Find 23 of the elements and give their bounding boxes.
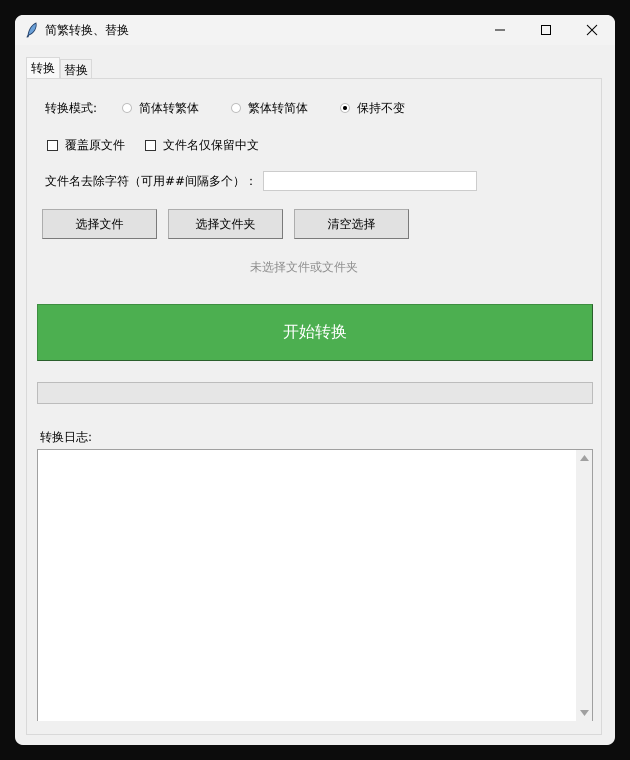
radio-button[interactable]: 保持不变 bbox=[340, 100, 405, 116]
field-label: 转换模式: bbox=[45, 100, 98, 116]
maximize-icon[interactable] bbox=[540, 24, 552, 36]
scroll-down-icon[interactable] bbox=[580, 710, 588, 716]
scrollbar[interactable] bbox=[576, 450, 592, 721]
radio-button[interactable]: 繁体转简体 bbox=[231, 100, 308, 116]
select-button[interactable]: 选择文件 bbox=[42, 209, 157, 239]
log-text-area[interactable] bbox=[37, 449, 593, 721]
scroll-up-icon[interactable] bbox=[580, 455, 588, 461]
status-text: 未选择文件或文件夹 bbox=[250, 259, 359, 275]
window-title: 简繁转换、替换 bbox=[45, 22, 130, 38]
radio-button[interactable]: 简体转繁体 bbox=[122, 100, 199, 116]
log-label: 转换日志: bbox=[39, 429, 94, 445]
feather-icon bbox=[26, 22, 38, 38]
field-label: 文件名去除字符（可用##间隔多个）： bbox=[45, 172, 258, 190]
select-button[interactable]: 清空选择 bbox=[294, 209, 409, 239]
checkbox[interactable]: 文件名仅保留中文 bbox=[145, 136, 259, 154]
tab[interactable]: 转换 bbox=[26, 57, 60, 78]
tab[interactable]: 替换 bbox=[60, 59, 92, 78]
select-button[interactable]: 选择文件夹 bbox=[168, 209, 283, 239]
checkbox[interactable]: 覆盖原文件 bbox=[47, 136, 125, 154]
close-icon[interactable] bbox=[586, 24, 598, 36]
input-field[interactable] bbox=[263, 171, 478, 191]
